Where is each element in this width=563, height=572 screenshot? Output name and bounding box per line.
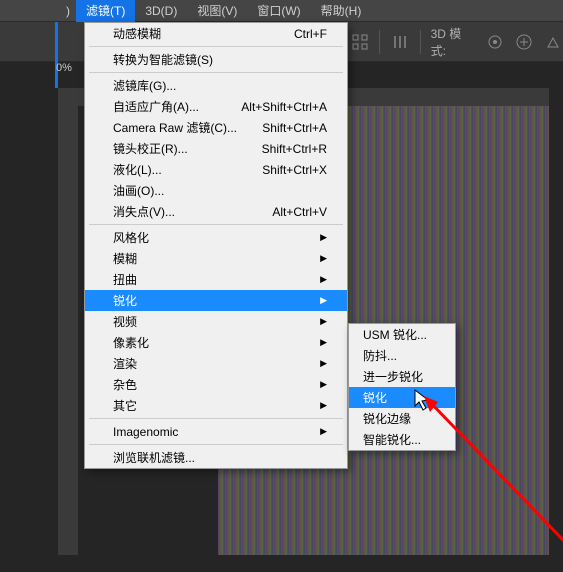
menu-label: 消失点(V)... [113,203,175,220]
chevron-right-icon: ▶ [320,337,327,348]
menu-last-filter[interactable]: 动感模糊 Ctrl+F [85,23,347,44]
chevron-right-icon: ▶ [320,253,327,264]
ruler-vertical [58,88,78,555]
submenu-usm[interactable]: USM 锐化... [349,324,455,345]
chevron-right-icon: ▶ [320,426,327,437]
menu-other[interactable]: 其它 ▶ [85,395,347,416]
menu-browse-online[interactable]: 浏览联机滤镜... [85,447,347,468]
menu-label: 动感模糊 [113,25,161,42]
menu-filter[interactable]: 滤镜(T) [76,0,135,22]
top-icon[interactable] [544,32,563,52]
divider [420,30,421,54]
divider [379,30,380,54]
menu-label: 进一步锐化 [363,368,423,385]
menu-stylize[interactable]: 风格化 ▶ [85,227,347,248]
submenu-shake[interactable]: 防抖... [349,345,455,366]
submenu-sharpen-more[interactable]: 进一步锐化 [349,366,455,387]
menu-window[interactable]: 窗口(W) [247,0,310,22]
menu-lens-correction[interactable]: 镜头校正(R)... Shift+Ctrl+R [85,138,347,159]
pan-icon[interactable] [514,32,533,52]
menu-shortcut: Alt+Ctrl+V [272,205,327,219]
menu-label: 镜头校正(R)... [113,140,188,157]
menu-liquify[interactable]: 液化(L)... Shift+Ctrl+X [85,159,347,180]
menu-help[interactable]: 帮助(H) [311,0,372,22]
menu-shortcut: Ctrl+F [294,27,327,41]
menu-label: 像素化 [113,334,149,351]
menu-adaptive-wide[interactable]: 自适应广角(A)... Alt+Shift+Ctrl+A [85,96,347,117]
filter-menu: 动感模糊 Ctrl+F 转换为智能滤镜(S) 滤镜库(G)... 自适应广角(A… [84,22,348,469]
menu-label: 转换为智能滤镜(S) [113,51,213,68]
menu-label: 风格化 [113,229,149,246]
chevron-right-icon: ▶ [320,295,327,306]
menu-label: 自适应广角(A)... [113,98,199,115]
menu-label: 渲染 [113,355,137,372]
menu-label: 锐化 [363,389,387,406]
chevron-right-icon: ▶ [320,274,327,285]
separator [89,418,343,419]
columns-icon[interactable] [390,32,409,52]
separator [89,72,343,73]
menu-label: 液化(L)... [113,161,162,178]
menu-filter-gallery[interactable]: 滤镜库(G)... [85,75,347,96]
menu-label: 模糊 [113,250,137,267]
separator [89,224,343,225]
menu-camera-raw[interactable]: Camera Raw 滤镜(C)... Shift+Ctrl+A [85,117,347,138]
menu-shortcut: Shift+Ctrl+A [262,121,327,135]
mode-label: 3D 模式: [431,25,475,59]
grid-icon[interactable] [350,32,369,52]
menu-blur[interactable]: 模糊 ▶ [85,248,347,269]
menu-shortcut: Alt+Shift+Ctrl+A [241,100,327,114]
menu-view[interactable]: 视图(V) [187,0,247,22]
menu-shortcut: Shift+Ctrl+R [262,142,327,156]
separator [89,444,343,445]
chevron-right-icon: ▶ [320,379,327,390]
menu-sharpen[interactable]: 锐化 ▶ [85,290,347,311]
menubar: ) 滤镜(T) 3D(D) 视图(V) 窗口(W) 帮助(H) [0,0,563,22]
menu-label: 杂色 [113,376,137,393]
menu-distort[interactable]: 扭曲 ▶ [85,269,347,290]
menu-3d[interactable]: 3D(D) [135,1,187,21]
menu-label: 视频 [113,313,137,330]
menu-label: 滤镜库(G)... [113,77,176,94]
zoom-level: 0% [56,62,72,74]
selection-indicator [55,22,58,88]
chevron-right-icon: ▶ [320,232,327,243]
orbit-icon[interactable] [485,32,504,52]
menubar-truncated: ) [60,1,76,21]
menu-oil-paint[interactable]: 油画(O)... [85,180,347,201]
menu-shortcut: Shift+Ctrl+X [262,163,327,177]
separator [89,46,343,47]
menu-label: 油画(O)... [113,182,164,199]
chevron-right-icon: ▶ [320,358,327,369]
chevron-right-icon: ▶ [320,316,327,327]
menu-noise[interactable]: 杂色 ▶ [85,374,347,395]
menu-label: Camera Raw 滤镜(C)... [113,119,237,136]
menu-label: USM 锐化... [363,326,427,343]
menu-imagenomic[interactable]: Imagenomic ▶ [85,421,347,442]
menu-label: 防抖... [363,347,397,364]
menu-convert-smart[interactable]: 转换为智能滤镜(S) [85,49,347,70]
menu-vanishing-point[interactable]: 消失点(V)... Alt+Ctrl+V [85,201,347,222]
chevron-right-icon: ▶ [320,400,327,411]
menu-label: 锐化 [113,292,137,309]
menu-label: 锐化边缘 [363,410,411,427]
menu-pixelate[interactable]: 像素化 ▶ [85,332,347,353]
menu-label: 其它 [113,397,137,414]
arrow-annotation [410,392,563,572]
menu-label: 扭曲 [113,271,137,288]
menu-label: 浏览联机滤镜... [113,449,195,466]
menu-video[interactable]: 视频 ▶ [85,311,347,332]
menu-label: Imagenomic [113,425,178,439]
menu-render[interactable]: 渲染 ▶ [85,353,347,374]
